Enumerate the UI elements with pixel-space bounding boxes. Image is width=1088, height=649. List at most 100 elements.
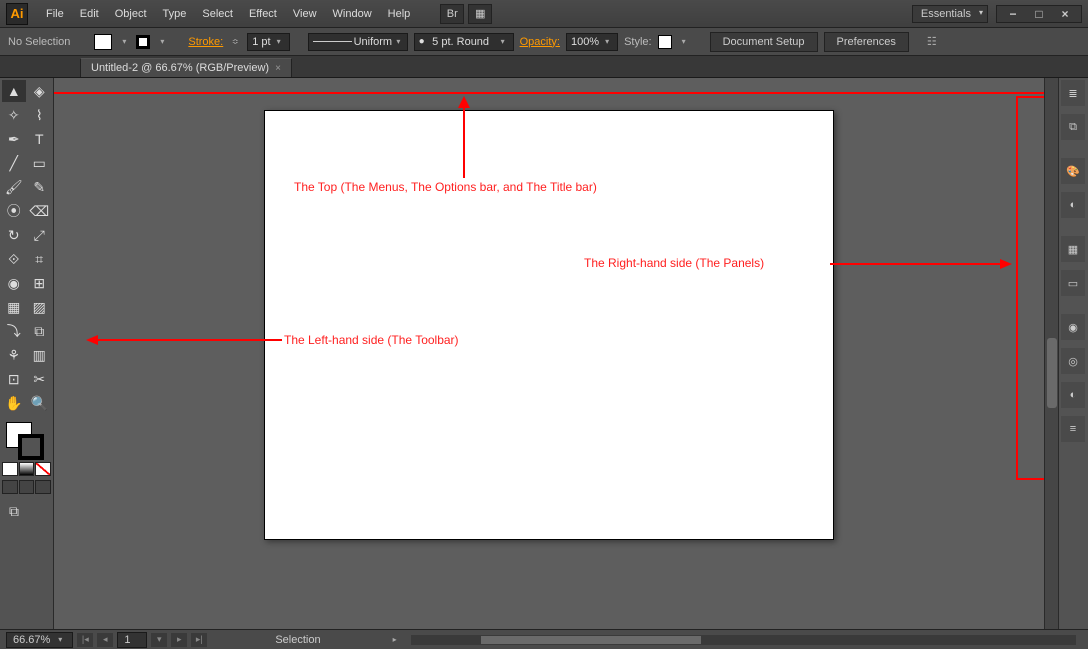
artboard-tool[interactable]: ⊡ <box>2 368 26 390</box>
blob-brush-tool[interactable]: ⦿ <box>2 200 26 222</box>
zoom-level-field[interactable]: 66.67%▾ <box>6 632 73 648</box>
arrange-icon[interactable]: ▦ <box>468 4 492 24</box>
document-setup-button[interactable]: Document Setup <box>710 32 818 52</box>
lasso-tool[interactable]: ⌇ <box>28 104 52 126</box>
minimize-button[interactable]: − <box>1003 6 1023 22</box>
gradient-panel-icon[interactable]: ◐ <box>1061 382 1085 408</box>
color-guide-panel-icon[interactable]: ◐ <box>1061 192 1085 218</box>
brush-definition[interactable]: ●5 pt. Round▾ <box>414 33 514 51</box>
horizontal-scrollbar-thumb[interactable] <box>481 636 701 644</box>
zoom-tool[interactable]: 🔍 <box>28 392 52 414</box>
menu-edit[interactable]: Edit <box>72 4 107 24</box>
hand-tool[interactable]: ✋ <box>2 392 26 414</box>
align-icon[interactable]: ☷ <box>927 35 937 48</box>
menu-bar: Ai File Edit Object Type Select Effect V… <box>0 0 1088 28</box>
type-tool[interactable]: T <box>28 128 52 150</box>
slice-tool[interactable]: ✂ <box>28 368 52 390</box>
width-tool[interactable]: ⟐ <box>2 248 26 270</box>
paintbrush-tool[interactable]: 🖌 <box>2 176 26 198</box>
brushes-panel-icon[interactable]: ▭ <box>1061 270 1085 296</box>
maximize-button[interactable]: □ <box>1029 6 1049 22</box>
transparency-panel-icon[interactable]: ≡ <box>1061 416 1085 442</box>
last-artboard-button[interactable]: ▸| <box>191 633 207 647</box>
pen-tool[interactable]: ✒ <box>2 128 26 150</box>
menu-file[interactable]: File <box>38 4 72 24</box>
right-panel-dock: ≣ ⧉ 🎨 ◐ ▦ ▭ ◉ ◎ ◐ ≡ <box>1058 78 1088 629</box>
status-info-dropdown[interactable]: ▸ <box>389 635 401 644</box>
selection-tool[interactable]: ▲ <box>2 80 26 102</box>
fill-stroke-control[interactable] <box>2 420 51 460</box>
variable-width-profile[interactable]: Uniform▾ <box>308 33 408 51</box>
style-dropdown[interactable]: ▾ <box>678 37 690 46</box>
stroke-stepper[interactable]: ≎ <box>229 37 241 46</box>
annotation-box-top <box>54 78 1044 94</box>
arrow-left <box>86 332 282 348</box>
magic-wand-tool[interactable]: ✧ <box>2 104 26 126</box>
menu-help[interactable]: Help <box>380 4 419 24</box>
draw-normal-icon[interactable] <box>2 480 18 494</box>
symbol-sprayer-tool[interactable]: ⚘ <box>2 344 26 366</box>
fill-swatch[interactable] <box>94 34 112 50</box>
menu-effect[interactable]: Effect <box>241 4 285 24</box>
stroke-swatch[interactable] <box>136 35 150 49</box>
preferences-button[interactable]: Preferences <box>824 32 909 52</box>
next-artboard-button[interactable]: ▸ <box>171 633 187 647</box>
canvas-area[interactable]: The Top (The Menus, The Options bar, and… <box>54 78 1044 629</box>
blend-tool[interactable]: ⧉ <box>28 320 52 342</box>
perspective-grid-tool[interactable]: ⊞ <box>28 272 52 294</box>
none-mode-icon[interactable] <box>35 462 51 476</box>
eraser-tool[interactable]: ⌫ <box>28 200 52 222</box>
draw-inside-icon[interactable] <box>35 480 51 494</box>
rectangle-tool[interactable]: ▭ <box>28 152 52 174</box>
draw-behind-icon[interactable] <box>19 480 35 494</box>
artboard[interactable] <box>264 110 834 540</box>
horizontal-scrollbar[interactable] <box>411 635 1076 645</box>
document-tab-close[interactable]: × <box>275 63 281 74</box>
opacity-label[interactable]: Opacity: <box>520 36 560 48</box>
symbols-panel-icon[interactable]: ◉ <box>1061 314 1085 340</box>
document-tab[interactable]: Untitled-2 @ 66.67% (RGB/Preview) × <box>80 58 292 77</box>
layers-panel-icon[interactable]: ≣ <box>1061 80 1085 106</box>
stroke-panel-icon[interactable]: ◎ <box>1061 348 1085 374</box>
shape-builder-tool[interactable]: ◉ <box>2 272 26 294</box>
menu-view[interactable]: View <box>285 4 325 24</box>
menu-select[interactable]: Select <box>194 4 241 24</box>
prev-artboard-button[interactable]: ◂ <box>97 633 113 647</box>
bridge-icon[interactable]: Br <box>440 4 464 24</box>
close-button[interactable]: × <box>1055 6 1075 22</box>
gradient-mode-icon[interactable] <box>19 462 35 476</box>
stroke-label[interactable]: Stroke: <box>188 36 223 48</box>
menu-window[interactable]: Window <box>325 4 380 24</box>
opacity-field[interactable]: 100%▾ <box>566 33 618 51</box>
workspace-switcher[interactable]: Essentials <box>912 5 988 23</box>
document-tab-strip: Untitled-2 @ 66.67% (RGB/Preview) × <box>0 56 1088 78</box>
menu-object[interactable]: Object <box>107 4 155 24</box>
app-logo: Ai <box>6 3 28 25</box>
first-artboard-button[interactable]: |◂ <box>77 633 93 647</box>
artboard-number-field[interactable]: 1 <box>117 632 147 648</box>
color-panel-icon[interactable]: 🎨 <box>1061 158 1085 184</box>
artboard-dropdown[interactable]: ▾ <box>151 633 167 647</box>
eyedropper-tool[interactable]: ⤵ <box>2 320 26 342</box>
free-transform-tool[interactable]: ⌗ <box>28 248 52 270</box>
swatches-panel-icon[interactable]: ▦ <box>1061 236 1085 262</box>
scale-tool[interactable]: ⤢ <box>28 224 52 246</box>
color-mode-icon[interactable] <box>2 462 18 476</box>
pencil-tool[interactable]: ✎ <box>28 176 52 198</box>
vertical-scrollbar-thumb[interactable] <box>1047 338 1057 408</box>
direct-selection-tool[interactable]: ◈ <box>28 80 52 102</box>
screen-mode-icon[interactable]: ⧉ <box>2 500 26 522</box>
style-swatch[interactable] <box>658 35 672 49</box>
stroke-color[interactable] <box>18 434 44 460</box>
artboards-panel-icon[interactable]: ⧉ <box>1061 114 1085 140</box>
vertical-scrollbar[interactable] <box>1044 78 1058 629</box>
menu-type[interactable]: Type <box>155 4 195 24</box>
stroke-swatch-dropdown[interactable]: ▾ <box>156 37 168 46</box>
line-tool[interactable]: ╱ <box>2 152 26 174</box>
rotate-tool[interactable]: ↻ <box>2 224 26 246</box>
column-graph-tool[interactable]: ▥ <box>28 344 52 366</box>
stroke-weight-field[interactable]: 1 pt▾ <box>247 33 289 51</box>
gradient-tool[interactable]: ▨ <box>28 296 52 318</box>
fill-dropdown[interactable]: ▾ <box>118 37 130 46</box>
mesh-tool[interactable]: ▦ <box>2 296 26 318</box>
